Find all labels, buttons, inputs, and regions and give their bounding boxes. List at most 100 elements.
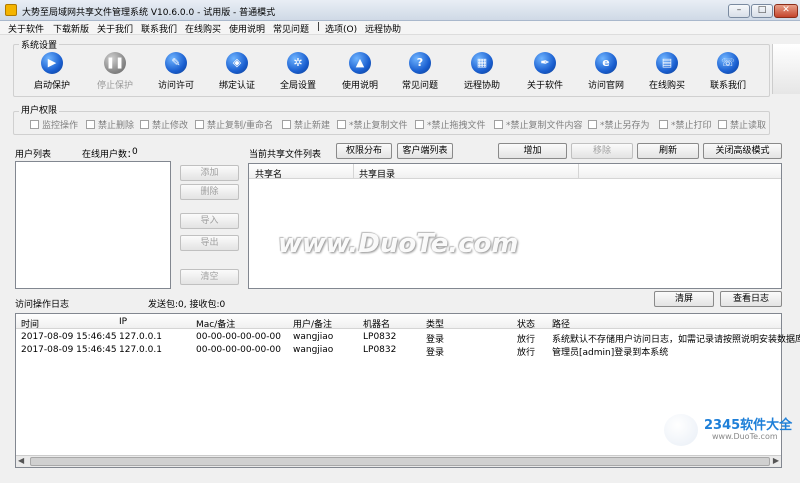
pause-icon: ❚❚ — [104, 52, 126, 74]
tool-label: 访问许可 — [157, 81, 194, 91]
col-user[interactable]: 用户/备注 — [293, 317, 332, 330]
about-software-button[interactable]: ✒ 关于软件 — [515, 52, 575, 94]
ie-icon: e — [595, 52, 617, 74]
clear-users-button[interactable]: 清空 — [180, 269, 239, 285]
tool-label: 远程协助 — [463, 81, 500, 91]
tool-label: 常见问题 — [401, 81, 438, 91]
perm-no-delete-checkbox[interactable]: 禁止删除 — [86, 118, 134, 131]
mascot-icon — [664, 414, 698, 446]
col-status[interactable]: 状态 — [517, 317, 535, 330]
perm-no-copy-file-checkbox[interactable]: *禁止复制文件 — [337, 118, 408, 131]
global-settings-button[interactable]: ✲ 全局设置 — [268, 52, 328, 94]
col-machine[interactable]: 机器名 — [363, 317, 390, 330]
perm-no-modify-checkbox[interactable]: 禁止修改 — [140, 118, 188, 131]
perm-no-print-checkbox[interactable]: *禁止打印 — [659, 118, 712, 131]
logo-url: www.DuoTe.com — [712, 432, 778, 441]
delete-user-button[interactable]: 删除 — [180, 184, 239, 200]
tool-label: 使用说明 — [341, 81, 378, 91]
close-advanced-mode-button[interactable]: 关闭高级模式 — [703, 143, 782, 159]
table-row[interactable]: 2017-08-09 15:46:45 127.0.0.1 00-00-00-0… — [16, 343, 781, 358]
user-list-label: 用户列表 — [15, 150, 52, 160]
checkbox-icon — [140, 120, 149, 129]
menu-about-us[interactable]: 关于我们 — [97, 22, 133, 35]
cell-time: 2017-08-09 15:46:45 — [21, 332, 117, 342]
menu-remote[interactable]: 远程协助 — [365, 22, 401, 35]
bind-auth-button[interactable]: ◈ 绑定认证 — [207, 52, 267, 94]
remote-icon: ▦ — [471, 52, 493, 74]
system-settings-label: 系统设置 — [19, 38, 60, 51]
perm-label: *禁止复制文件内容 — [506, 121, 583, 131]
table-row[interactable]: 2017-08-09 15:46:45 127.0.0.1 00-00-00-0… — [16, 330, 800, 345]
start-protect-button[interactable]: ▶ 启动保护 — [22, 52, 82, 94]
cell-mac: 00-00-00-00-00-00 — [196, 332, 281, 342]
checkbox-icon — [415, 120, 424, 129]
col-share-name[interactable]: 共享名 — [255, 167, 282, 180]
menu-bar: 关于软件 下载新版 关于我们 联系我们 在线购买 使用说明 常见问题 | 选项(… — [0, 21, 800, 35]
checkbox-icon — [337, 120, 346, 129]
refresh-button[interactable]: 刷新 — [637, 143, 699, 159]
cell-machine: LP0832 — [363, 332, 397, 342]
shares-table[interactable]: 共享名 共享目录 — [248, 163, 782, 289]
remove-share-button[interactable]: 移除 — [571, 143, 633, 159]
perm-no-copy-rename-checkbox[interactable]: 禁止复制/重命名 — [195, 118, 273, 131]
perm-no-drag-checkbox[interactable]: *禁止拖拽文件 — [415, 118, 486, 131]
menu-faq[interactable]: 常见问题 — [273, 22, 309, 35]
checkbox-icon — [86, 120, 95, 129]
cell-mac: 00-00-00-00-00-00 — [196, 345, 281, 355]
watermark: www.DuoTe.com — [278, 229, 519, 259]
perm-monitor-checkbox[interactable]: 监控操作 — [30, 118, 78, 131]
col-path[interactable]: 路径 — [552, 317, 570, 330]
import-button[interactable]: 导入 — [180, 213, 239, 229]
instructions-button[interactable]: ▲ 使用说明 — [330, 52, 390, 94]
close-button[interactable]: ✕ — [774, 4, 798, 18]
add-share-button[interactable]: 增加 — [498, 143, 567, 159]
maximize-button[interactable]: □ — [751, 4, 773, 18]
menu-contact[interactable]: 联系我们 — [141, 22, 177, 35]
menu-about-software[interactable]: 关于软件 — [8, 22, 44, 35]
add-user-button[interactable]: 添加 — [180, 165, 239, 181]
tool-label: 在线购买 — [648, 81, 685, 91]
col-mac[interactable]: Mac/备注 — [196, 317, 235, 330]
cell-type: 登录 — [426, 348, 445, 358]
menu-instructions[interactable]: 使用说明 — [229, 22, 265, 35]
col-share-dir[interactable]: 共享目录 — [359, 167, 395, 180]
stop-protect-button[interactable]: ❚❚ 停止保护 — [85, 52, 145, 94]
buy-online-button[interactable]: ▤ 在线购买 — [637, 52, 697, 94]
col-type[interactable]: 类型 — [426, 317, 444, 330]
perm-no-read-checkbox[interactable]: 禁止读取 — [718, 118, 766, 131]
perm-label: *禁止拖拽文件 — [427, 121, 486, 131]
col-time[interactable]: 时间 — [21, 317, 39, 330]
faq-button[interactable]: ? 常见问题 — [390, 52, 450, 94]
permission-distribution-button[interactable]: 权限分布 — [336, 143, 392, 159]
col-ip[interactable]: IP — [119, 317, 127, 327]
minimize-button[interactable]: – — [728, 4, 750, 18]
access-permit-button[interactable]: ✎ 访问许可 — [146, 52, 206, 94]
log-table-header — [16, 314, 781, 329]
online-users-count: 0 — [132, 147, 138, 157]
perm-no-copy-content-checkbox[interactable]: *禁止复制文件内容 — [494, 118, 583, 131]
tool-label: 访问官网 — [587, 81, 624, 91]
visit-website-button[interactable]: e 访问官网 — [576, 52, 636, 94]
scroll-left-icon[interactable]: ◀ — [18, 456, 24, 465]
user-list-box[interactable] — [15, 161, 171, 289]
clear-screen-button[interactable]: 清屏 — [654, 291, 714, 307]
gear-icon: ✲ — [287, 52, 309, 74]
remote-assist-button[interactable]: ▦ 远程协助 — [452, 52, 512, 94]
perm-label: 禁止读取 — [730, 121, 767, 131]
perm-label: 监控操作 — [42, 121, 79, 131]
menu-options[interactable]: 选项(O) — [325, 22, 357, 35]
perm-no-save-as-checkbox[interactable]: *禁止另存为 — [588, 118, 650, 131]
contact-us-button[interactable]: ☏ 联系我们 — [698, 52, 758, 94]
cell-user: wangjiao — [293, 332, 334, 342]
tool-label: 启动保护 — [33, 81, 70, 91]
client-list-button[interactable]: 客户端列表 — [397, 143, 453, 159]
shares-label: 当前共享文件列表 — [249, 150, 322, 160]
export-button[interactable]: 导出 — [180, 235, 239, 251]
view-log-button[interactable]: 查看日志 — [720, 291, 782, 307]
scrollbar-thumb[interactable] — [30, 457, 770, 466]
tool-label: 停止保护 — [96, 81, 133, 91]
menu-download[interactable]: 下载新版 — [53, 22, 89, 35]
perm-no-create-checkbox[interactable]: 禁止新建 — [282, 118, 330, 131]
packets-status: 发送包:0, 接收包:0 — [148, 300, 226, 310]
menu-buy[interactable]: 在线购买 — [185, 22, 221, 35]
